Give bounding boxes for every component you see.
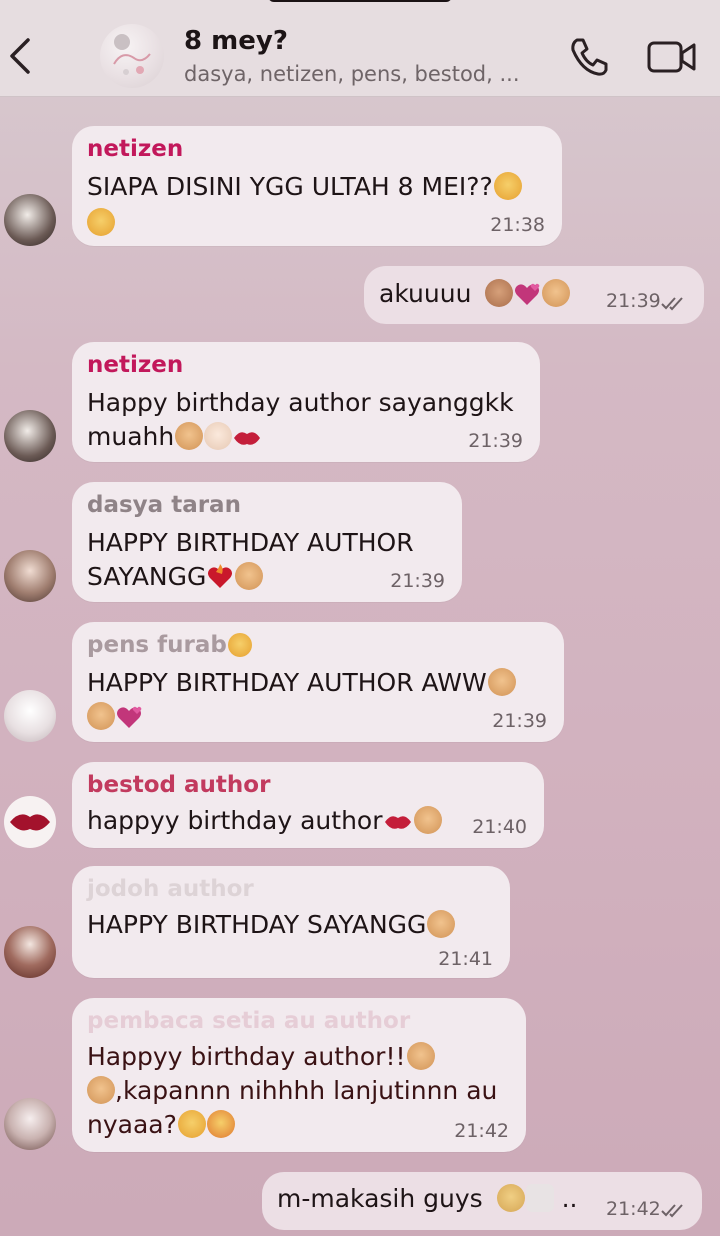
grinning-squinting-face-icon (87, 208, 115, 236)
message-text: HAPPY BIRTHDAY SAYANGG (87, 908, 456, 942)
chevron-left-icon (10, 38, 30, 74)
message-time: 21:40 (472, 816, 527, 838)
message-bubble[interactable]: bestod author happyy birthday author 21:… (72, 762, 544, 848)
revolving-hearts-icon (515, 283, 540, 305)
message-sender: jodoh author (87, 876, 254, 902)
message-text-line-3: nyaaa? (87, 1108, 235, 1142)
chat-header: 8 mey? dasya, netizen, pens, bestod, ... (0, 0, 720, 97)
partying-face-icon (87, 1076, 115, 1104)
relieved-face-icon (227, 633, 252, 657)
message-time: 21:39 (492, 710, 547, 732)
partying-face-icon (542, 279, 571, 307)
message-text-line-2 (87, 700, 143, 734)
message-bubble[interactable]: pembaca setia au author Happyy birthday … (72, 998, 526, 1152)
message-sender: pembaca setia au author (87, 1008, 411, 1034)
partying-face-icon (406, 1042, 435, 1070)
message-bubble[interactable]: netizen Happy birthday author sayanggkk … (72, 342, 540, 462)
partying-face-icon (87, 702, 115, 730)
message-sender: netizen (87, 136, 184, 162)
group-members-subtitle[interactable]: dasya, netizen, pens, bestod, ... (184, 62, 520, 86)
revolving-hearts-icon (117, 706, 142, 728)
message-bubble-outgoing[interactable]: m-makasih guys .. 21:42 (262, 1172, 702, 1230)
message-text: m-makasih guys .. (277, 1184, 578, 1213)
partying-face-icon (175, 422, 204, 450)
message-text: happyy birthday author (87, 804, 442, 838)
pleading-face-icon (496, 1184, 525, 1212)
group-avatar-art (113, 34, 151, 75)
message-time: 21:42 (454, 1120, 509, 1142)
message-text: HAPPY BIRTHDAY AUTHOR AWW (87, 666, 516, 700)
message-text-line-2: SAYANGG (87, 560, 264, 594)
clapping-hands-icon (204, 422, 233, 450)
read-receipt-icon (661, 297, 683, 311)
message-time: 21:42 (606, 1198, 661, 1220)
message-sender: bestod author (87, 772, 271, 798)
phone-icon (571, 38, 608, 76)
kiss-mark-icon (234, 432, 261, 445)
partying-face-icon (235, 562, 264, 590)
group-avatar[interactable] (100, 24, 164, 88)
avatar-dasya[interactable] (4, 550, 56, 602)
video-call-button[interactable] (646, 38, 698, 76)
avatar-netizen[interactable] (4, 410, 56, 462)
message-sender: pens furab (87, 632, 252, 658)
message-sender: dasya taran (87, 492, 241, 518)
message-time: 21:38 (490, 214, 545, 236)
message-text: HAPPY BIRTHDAY AUTHOR (87, 528, 414, 557)
message-text: Happy birthday author sayanggkk (87, 388, 514, 417)
phone-notch (268, 0, 452, 2)
message-time: 21:39 (606, 290, 661, 312)
video-camera-icon (647, 41, 696, 73)
grinning-squinting-face-icon (177, 1110, 206, 1138)
message-bubble[interactable]: pens furab HAPPY BIRTHDAY AUTHOR AWW 21:… (72, 622, 564, 742)
message-time: 21:39 (468, 430, 523, 452)
partying-face-icon (487, 668, 516, 696)
message-time: 21:41 (438, 948, 493, 970)
message-bubble-outgoing[interactable]: akuuuu 21:39 (364, 266, 704, 324)
avatar-pembaca[interactable] (4, 1098, 56, 1150)
message-text: SIAPA DISINI YGG ULTAH 8 MEI?? (87, 170, 522, 204)
read-receipt-icon (661, 1204, 683, 1218)
partying-face-icon (427, 910, 456, 938)
message-bubble[interactable]: jodoh author HAPPY BIRTHDAY SAYANGG 21:4… (72, 866, 510, 978)
message-sender: netizen (87, 352, 184, 378)
avatar-bestod[interactable] (4, 796, 56, 848)
person-tipping-hand-icon (485, 279, 514, 307)
kiss-mark-icon (10, 814, 50, 831)
message-text-line-2: ,kapannn nihhhh lanjutinnn au (87, 1074, 497, 1108)
message-text-line-2 (87, 206, 115, 240)
heart-eyes-face-icon (206, 1110, 235, 1138)
message-bubble[interactable]: dasya taran HAPPY BIRTHDAY AUTHOR SAYANG… (72, 482, 462, 602)
grinning-squinting-face-icon (493, 172, 522, 200)
heart-on-fire-icon (208, 564, 233, 588)
message-time: 21:39 (390, 570, 445, 592)
back-button[interactable] (6, 34, 34, 78)
message-text-line-2: muahh (87, 420, 262, 454)
group-title[interactable]: 8 mey? (184, 26, 288, 56)
message-bubble[interactable]: netizen SIAPA DISINI YGG ULTAH 8 MEI?? 2… (72, 126, 562, 246)
partying-face-icon (413, 806, 442, 834)
message-text: akuuuu (379, 277, 571, 311)
avatar-pens[interactable] (4, 690, 56, 742)
avatar-netizen[interactable] (4, 194, 56, 246)
white-heart-icon (525, 1184, 554, 1212)
message-text: Happyy birthday author!! (87, 1040, 435, 1074)
avatar-jodoh[interactable] (4, 926, 56, 978)
kiss-mark-icon (384, 816, 411, 829)
voice-call-button[interactable] (568, 36, 610, 78)
